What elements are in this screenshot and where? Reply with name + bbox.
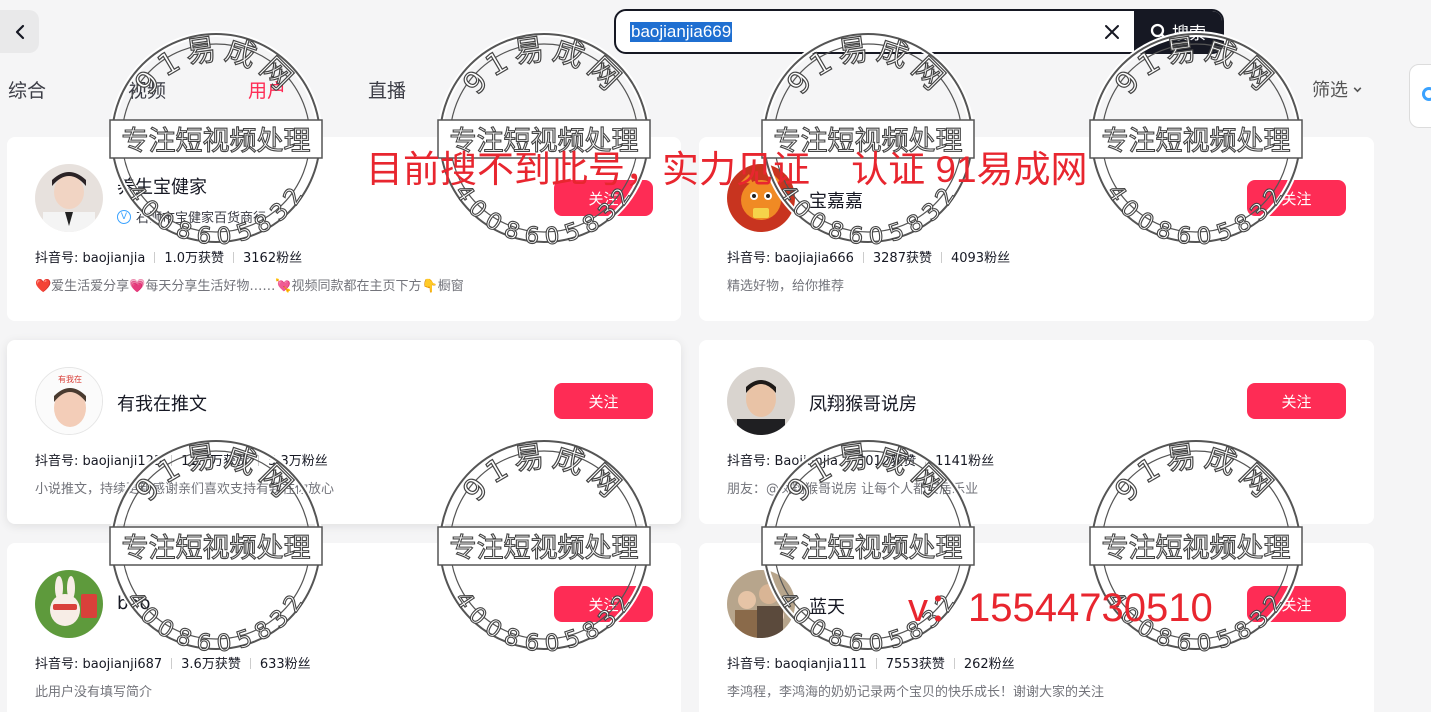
avatar — [35, 164, 103, 232]
user-name[interactable]: 蓝天 — [809, 593, 845, 619]
refresh-icon — [1422, 87, 1431, 101]
user-card[interactable]: 养生宝健家 V 石狮市宝健家百货商行 关注 抖音号: baojianjia 1.0… — [7, 137, 681, 321]
tab-video[interactable]: 视频 — [128, 76, 166, 103]
user-card[interactable]: bao 关注 抖音号: baojianji687 3.6万获赞 633粉丝 此用… — [7, 543, 681, 712]
douyin-id: 抖音号: baojianji123 — [35, 454, 163, 469]
user-bio: 小说推文，持续更新感谢亲们喜欢支持有我在你放心 — [35, 482, 335, 497]
search-button-label: 搜索 — [1172, 24, 1206, 44]
avatar — [35, 570, 103, 638]
user-stats: 抖音号: baojiajia666 3287获赞 4093粉丝 — [727, 247, 1010, 266]
follow-button[interactable]: 关注 — [554, 586, 653, 622]
user-name[interactable]: 宝嘉嘉 — [809, 187, 863, 213]
user-card[interactable]: 宝嘉嘉 关注 抖音号: baojiajia666 3287获赞 4093粉丝 精… — [699, 137, 1374, 321]
svg-text:有我在: 有我在 — [58, 374, 82, 384]
fans-count: 5.3万粉丝 — [249, 450, 328, 469]
fans-count: 262粉丝 — [945, 653, 1015, 672]
user-bio: 精选好物，给你推荐 — [727, 279, 845, 294]
tab-users[interactable]: 用户 — [248, 76, 286, 103]
likes-count: 3.6万获赞 — [162, 653, 241, 672]
likes-count: 3012获赞 — [838, 450, 916, 469]
fans-count: 4093粉丝 — [932, 247, 1010, 266]
verified-badge: V 石狮市宝健家百货商行 — [117, 207, 266, 226]
user-card[interactable]: 凤翔猴哥说房 关注 抖音号: Baojianjia 3012获赞 1141粉丝 … — [699, 340, 1374, 524]
likes-count: 3287获赞 — [854, 247, 932, 266]
avatar — [727, 164, 795, 232]
back-button[interactable] — [0, 10, 39, 53]
avatar: 有我在 — [35, 367, 103, 435]
user-name[interactable]: 有我在推文 — [117, 390, 207, 416]
tab-comprehensive[interactable]: 综合 — [8, 76, 46, 103]
follow-button[interactable]: 关注 — [1247, 586, 1346, 622]
likes-count: 11.7万获赞 — [162, 450, 249, 469]
douyin-id: 抖音号: baojiajia666 — [727, 251, 854, 266]
douyin-id: 抖音号: baojianji687 — [35, 657, 163, 672]
search-button[interactable]: 搜索 — [1134, 11, 1222, 52]
likes-count: 7553获赞 — [867, 653, 945, 672]
verified-label: 石狮市宝健家百货商行 — [136, 211, 267, 226]
douyin-id: 抖音号: baojianjia — [35, 251, 146, 266]
search-input[interactable]: baojianjia669 — [616, 11, 1090, 52]
user-name[interactable]: bao — [117, 593, 150, 614]
fans-count: 633粉丝 — [241, 653, 311, 672]
follow-button[interactable]: 关注 — [1247, 383, 1346, 419]
search-bar: baojianjia669 搜索 — [614, 9, 1224, 54]
follow-button[interactable]: 关注 — [554, 180, 653, 216]
avatar — [727, 570, 795, 638]
side-widget[interactable] — [1409, 64, 1431, 128]
avatar — [727, 367, 795, 435]
likes-count: 1.0万获赞 — [145, 247, 224, 266]
user-bio: 李鸿程，李鸿海的奶奶记录两个宝贝的快乐成长！谢谢大家的关注 — [727, 685, 1105, 700]
verified-icon: V — [117, 209, 131, 224]
fans-count: 3162粉丝 — [224, 247, 302, 266]
user-name[interactable]: 养生宝健家 — [117, 173, 207, 199]
search-query-text: baojianjia669 — [630, 21, 733, 42]
tab-live[interactable]: 直播 — [368, 76, 406, 103]
user-stats: 抖音号: baojianji123 11.7万获赞 5.3万粉丝 — [35, 450, 328, 469]
chevron-down-icon — [1353, 86, 1362, 92]
douyin-id: 抖音号: baoqianjia111 — [727, 657, 867, 672]
chevron-left-icon — [15, 24, 24, 39]
filter-label: 筛选 — [1312, 80, 1348, 101]
user-stats: 抖音号: Baojianjia 3012获赞 1141粉丝 — [727, 450, 994, 469]
user-bio: ❤️爱生活爱分享💗每天分享生活好物……💘视频同款都在主页下方👇橱窗 — [35, 279, 464, 294]
user-bio: 朋友：@凤翔猴哥说房 让每个人都安居乐业 — [727, 482, 979, 497]
search-icon — [1150, 23, 1168, 40]
user-name[interactable]: 凤翔猴哥说房 — [809, 390, 917, 416]
clear-icon[interactable] — [1090, 11, 1134, 52]
user-card[interactable]: 蓝天 关注 抖音号: baoqianjia111 7553获赞 262粉丝 李鸿… — [699, 543, 1374, 712]
fans-count: 1141粉丝 — [916, 450, 994, 469]
user-stats: 抖音号: baojianji687 3.6万获赞 633粉丝 — [35, 653, 311, 672]
follow-button[interactable]: 关注 — [554, 383, 653, 419]
user-stats: 抖音号: baojianjia 1.0万获赞 3162粉丝 — [35, 247, 302, 266]
search-tabs: 综合 视频 用户 直播 — [0, 70, 1431, 108]
user-stats: 抖音号: baoqianjia111 7553获赞 262粉丝 — [727, 653, 1015, 672]
filter-dropdown[interactable]: 筛选 — [1312, 76, 1363, 102]
douyin-id: 抖音号: Baojianjia — [727, 454, 838, 469]
follow-button[interactable]: 关注 — [1247, 180, 1346, 216]
user-bio: 此用户没有填写简介 — [35, 685, 153, 700]
user-card[interactable]: 有我在 有我在推文 关注 抖音号: baojianji123 11.7万获赞 5… — [7, 340, 681, 524]
